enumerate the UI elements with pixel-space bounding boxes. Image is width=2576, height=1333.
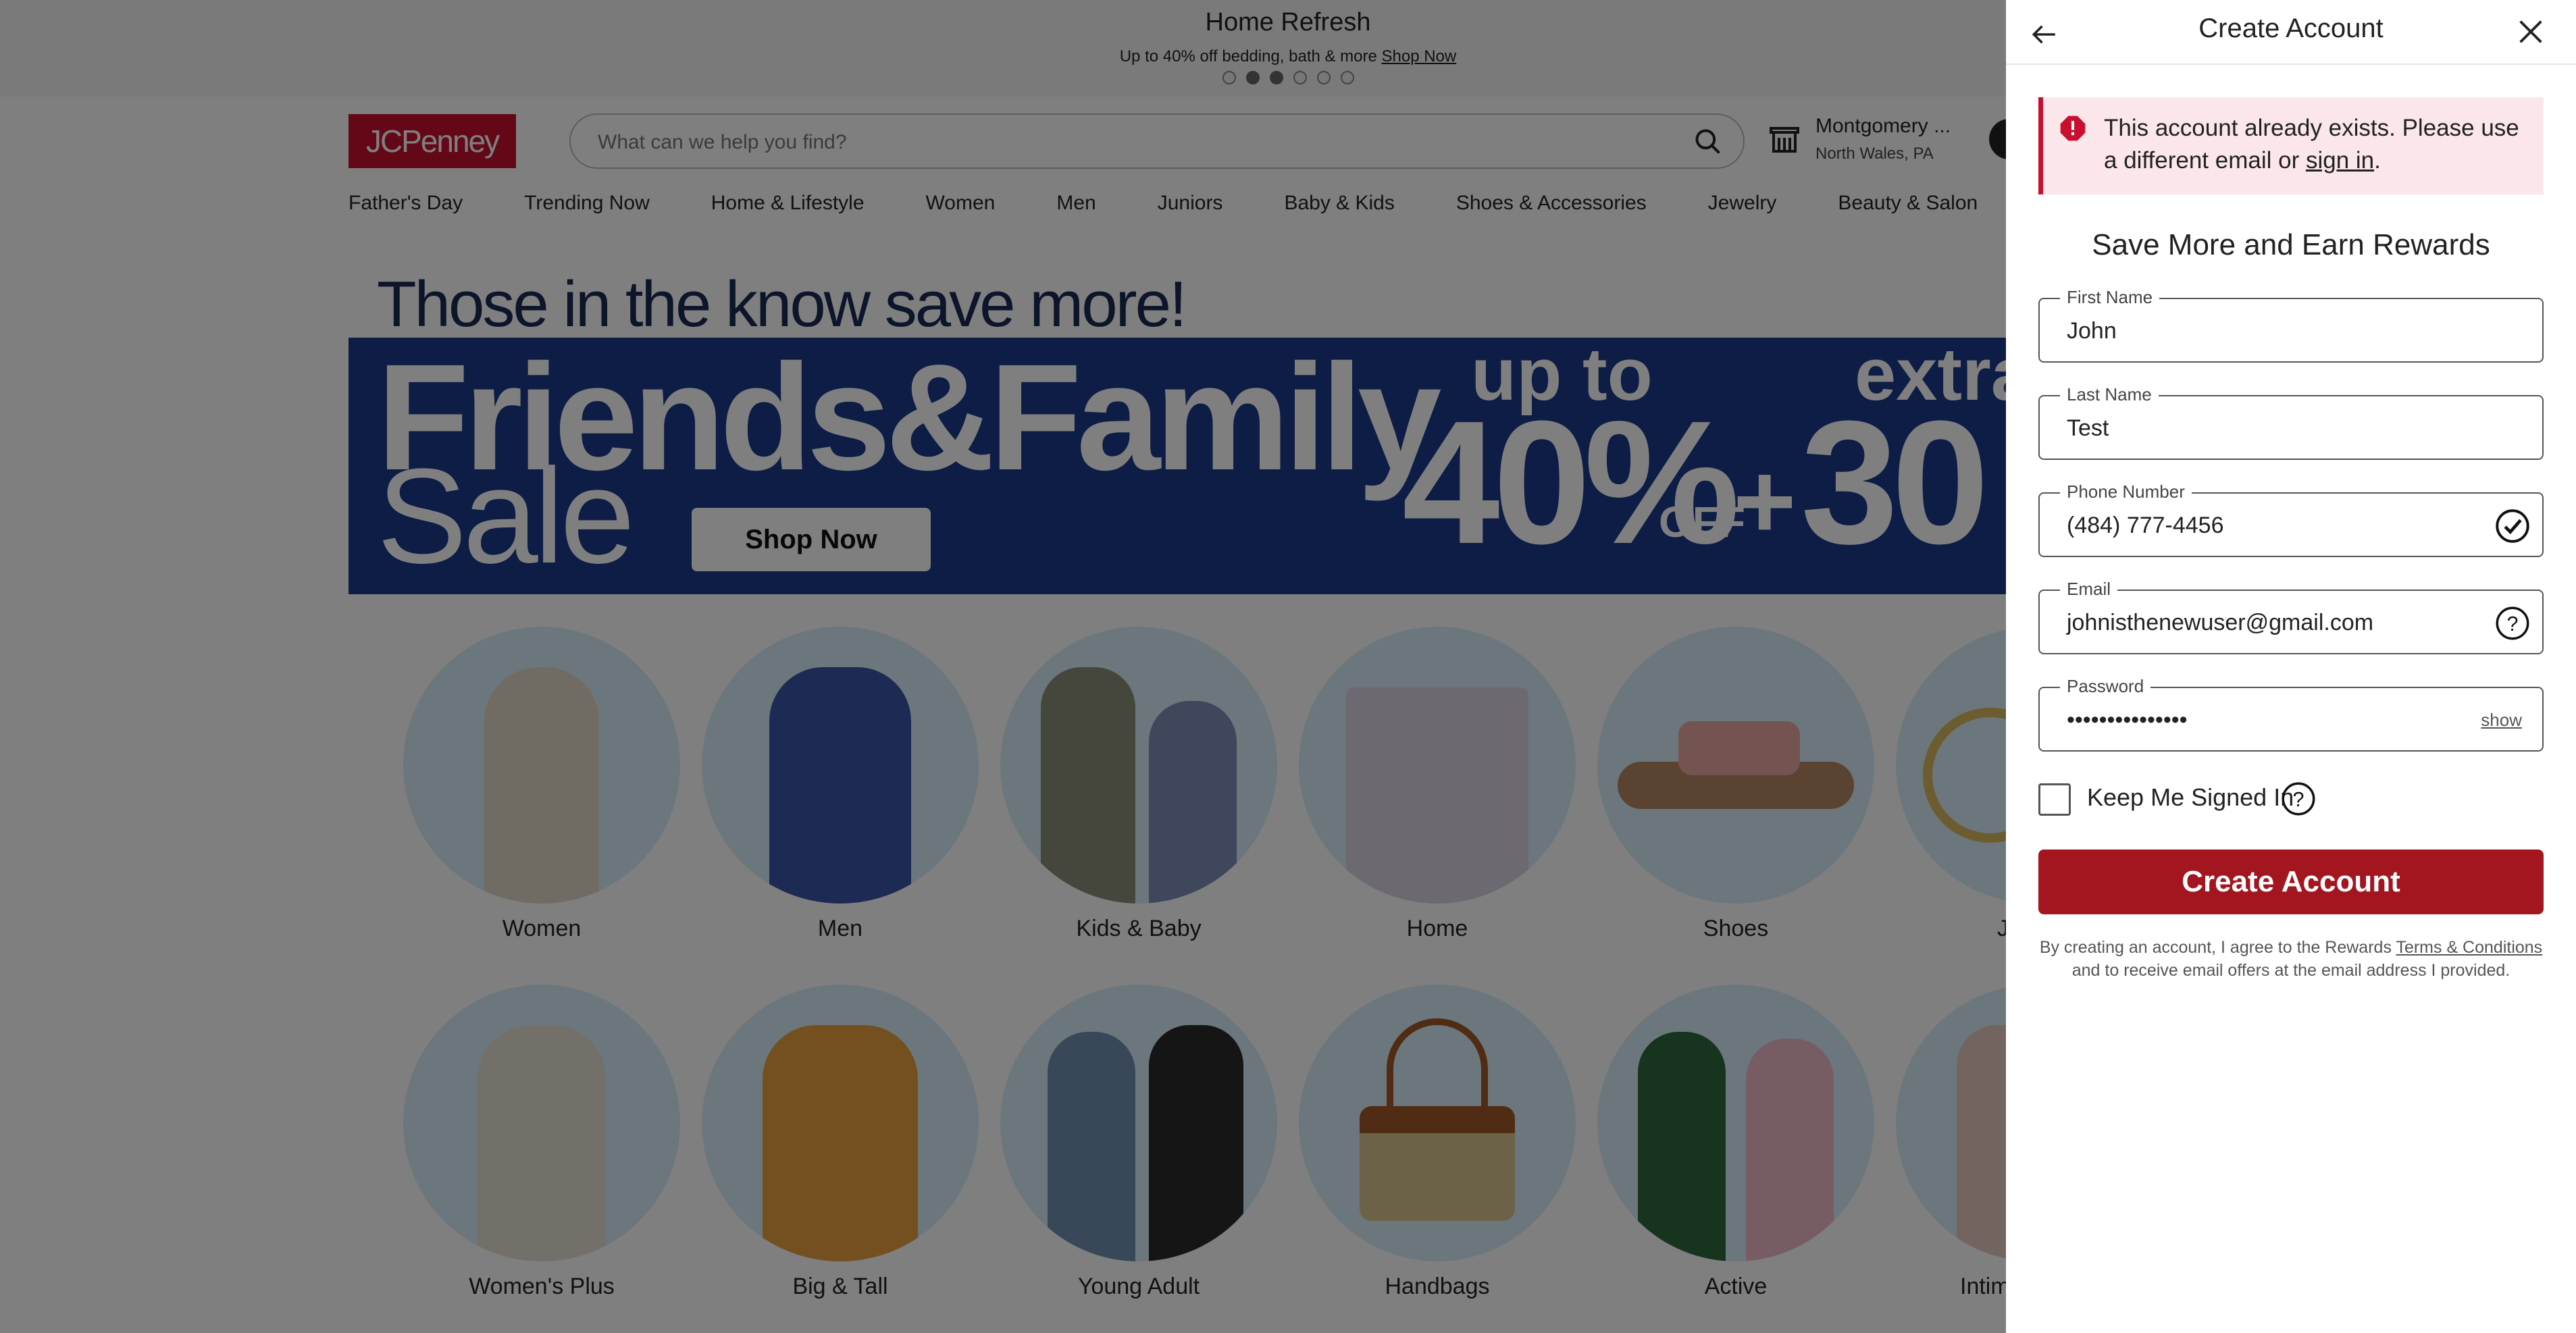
- create-account-button[interactable]: Create Account: [2038, 850, 2544, 914]
- svg-text:?: ?: [2293, 789, 2304, 811]
- password-value[interactable]: •••••••••••••••: [2067, 707, 2188, 733]
- drawer-title: Create Account: [2198, 14, 2384, 43]
- svg-text:?: ?: [2507, 613, 2519, 635]
- phone-number-label: Phone Number: [2060, 481, 2192, 502]
- last-name-field[interactable]: Last Name Test: [2038, 384, 2544, 460]
- checkmark-icon: [2496, 509, 2529, 543]
- keep-signed-in-checkbox[interactable]: [2038, 783, 2071, 816]
- password-label: Password: [2060, 676, 2151, 697]
- alert-sign-in-link[interactable]: sign in: [2306, 147, 2374, 174]
- drawer-header: Create Account: [2006, 0, 2576, 65]
- phone-number-value[interactable]: (484) 777-4456: [2067, 513, 2224, 539]
- help-icon[interactable]: ?: [2495, 606, 2530, 641]
- email-value[interactable]: johnisthenewuser@gmail.com: [2067, 610, 2373, 636]
- legal-text-2: and to receive email offers at the email…: [2071, 961, 2510, 980]
- alert-end: .: [2374, 147, 2381, 174]
- email-label: Email: [2060, 579, 2118, 600]
- form-heading: Save More and Earn Rewards: [2092, 228, 2490, 261]
- first-name-field[interactable]: First Name John: [2038, 287, 2544, 363]
- phone-number-field[interactable]: Phone Number (484) 777-4456: [2038, 481, 2544, 557]
- create-account-drawer: Create Account This account already exis…: [2006, 0, 2576, 1333]
- help-icon[interactable]: ?: [2281, 781, 2316, 816]
- first-name-value[interactable]: John: [2067, 318, 2117, 344]
- show-password-toggle[interactable]: show: [2481, 710, 2522, 731]
- error-icon: [2060, 115, 2086, 141]
- last-name-label: Last Name: [2060, 384, 2159, 405]
- close-icon[interactable]: [2515, 16, 2546, 47]
- terms-conditions-link[interactable]: Terms & Conditions: [2396, 938, 2542, 957]
- email-field[interactable]: Email johnisthenewuser@gmail.com ?: [2038, 579, 2544, 654]
- alert-message: This account already exists. Please use …: [2104, 112, 2536, 177]
- last-name-value[interactable]: Test: [2067, 415, 2109, 442]
- password-field[interactable]: Password ••••••••••••••• show: [2038, 676, 2544, 752]
- legal-text-1: By creating an account, I agree to the R…: [2039, 938, 2396, 957]
- legal-text: By creating an account, I agree to the R…: [2026, 936, 2556, 982]
- first-name-label: First Name: [2060, 287, 2160, 308]
- keep-signed-in-label[interactable]: Keep Me Signed In: [2087, 783, 2294, 812]
- account-exists-alert: This account already exists. Please use …: [2038, 97, 2544, 194]
- modal-backdrop[interactable]: [0, 0, 2006, 1333]
